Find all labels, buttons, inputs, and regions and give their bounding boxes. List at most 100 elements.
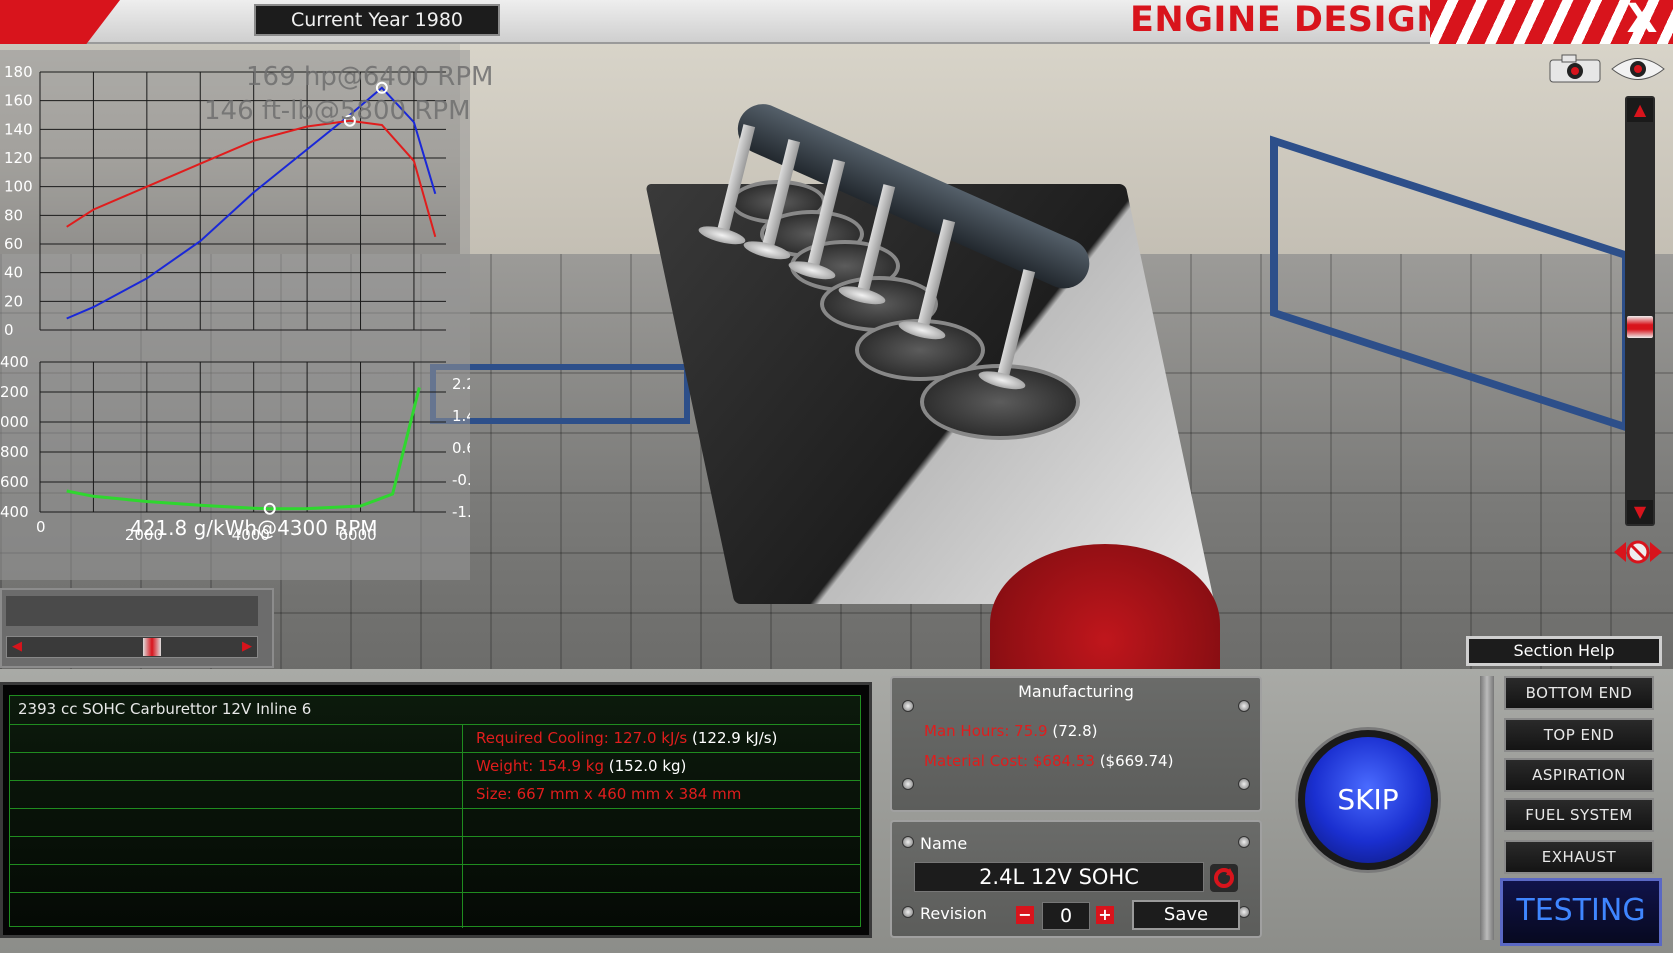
eye-icon[interactable]: [1610, 52, 1666, 86]
y-tick-label: 600: [0, 473, 29, 491]
material-cost-value: Material Cost: $684.53: [924, 752, 1095, 770]
rivet-icon: [902, 906, 914, 918]
y-tick-label: 800: [0, 443, 29, 461]
required-cooling-previous: (122.9 kJ/s): [692, 729, 778, 747]
grid-line: [10, 780, 860, 781]
weight-stat: Weight: 154.9 kg (152.0 kg): [476, 757, 686, 775]
slider-right-arrow-icon[interactable]: ▶: [239, 639, 255, 655]
info-grid: 2393 cc SOHC Carburettor 12V Inline 6 Re…: [9, 695, 861, 928]
rivet-icon: [902, 836, 914, 848]
y-tick-label: 0: [4, 321, 14, 339]
y-tick-label: 000: [0, 413, 29, 431]
y-tick-label: 160: [4, 92, 33, 110]
y2-tick-label: -1.0: [452, 503, 470, 521]
slider-left-arrow-icon[interactable]: ◀: [9, 639, 25, 655]
nav-rail: [1480, 676, 1494, 940]
zoom-up-arrow-icon[interactable]: ▲: [1627, 98, 1653, 122]
rpm-slider-panel: ◀ ▶: [0, 588, 274, 668]
material-cost-stat: Material Cost: $684.53 ($669.74): [924, 752, 1173, 770]
rpm-slider-knob[interactable]: [143, 638, 161, 656]
manufacturing-title: Manufacturing: [1018, 682, 1134, 701]
engine-description: 2393 cc SOHC Carburettor 12V Inline 6: [18, 700, 312, 718]
nav-top-end-button[interactable]: TOP END: [1504, 718, 1654, 752]
grid-line: [10, 892, 860, 893]
nav-testing-button[interactable]: TESTING: [1500, 878, 1662, 946]
y-tick-label: 200: [0, 383, 29, 401]
nav-exhaust-button[interactable]: EXHAUST: [1504, 840, 1654, 874]
grid-line: [10, 864, 860, 865]
engine-name-input[interactable]: 2.4L 12V SOHC: [914, 862, 1204, 892]
slider-readout: [6, 596, 258, 626]
revision-increment-button[interactable]: +: [1096, 906, 1114, 924]
rivet-icon: [1238, 778, 1250, 790]
rpm-slider-track[interactable]: ◀ ▶: [6, 636, 258, 658]
man-hours-stat: Man Hours: 75.9 (72.8): [924, 722, 1097, 740]
nav-aspiration-button[interactable]: ASPIRATION: [1504, 758, 1654, 792]
grid-line: [10, 752, 860, 753]
name-panel: Name 2.4L 12V SOHC Revision − 0 + Save: [890, 820, 1262, 938]
zoom-down-arrow-icon[interactable]: ▼: [1627, 500, 1653, 524]
y-tick-label: 20: [4, 292, 23, 310]
size-value: Size: 667 mm x 460 mm x 384 mm: [476, 785, 742, 803]
grid-line: [10, 724, 860, 725]
required-cooling-stat: Required Cooling: 127.0 kJ/s (122.9 kJ/s…: [476, 729, 777, 747]
skip-button[interactable]: SKIP: [1298, 730, 1438, 870]
zoom-slider-handle[interactable]: [1627, 316, 1653, 338]
y-tick-label: 400: [0, 503, 29, 521]
camera-icon[interactable]: [1548, 54, 1602, 84]
grid-line: [10, 808, 860, 809]
y-tick-label: 40: [4, 264, 23, 282]
grid-line: [462, 724, 463, 928]
y-tick-label: 60: [4, 235, 23, 253]
revision-value: 0: [1042, 902, 1090, 930]
rivet-icon: [902, 778, 914, 790]
red-stripe-left: [0, 0, 120, 44]
nav-bottom-end-button[interactable]: BOTTOM END: [1504, 676, 1654, 710]
y-tick-label: 400: [0, 353, 29, 371]
size-stat: Size: 667 mm x 460 mm x 384 mm: [476, 785, 741, 803]
x-tick-label: 0: [36, 518, 46, 536]
performance-graphs: 180 160 140 120 100 80 60 40 20 0 400 200 000 800 600 4…: [0, 50, 493, 580]
y2-tick-label: 1.4: [452, 407, 470, 425]
section-nav: BOTTOM END TOP END ASPIRATION FUEL SYSTE…: [1500, 672, 1662, 948]
required-cooling-value: Required Cooling: 127.0 kJ/s: [476, 729, 688, 747]
bsfc-curve: [66, 387, 421, 511]
current-year-display: Current Year 1980: [254, 4, 500, 36]
top-bar: Current Year 1980 ENGINE DESIGN X: [0, 0, 1673, 44]
graph-canvas: 1801601401201008060402004002000008006004…: [0, 63, 470, 544]
man-hours-previous: (72.8): [1052, 722, 1098, 740]
zoom-slider-track[interactable]: [1625, 96, 1655, 526]
save-button[interactable]: Save: [1132, 900, 1240, 930]
torque-peak-label: 146 ft-lb@5800 RPM: [204, 96, 471, 126]
bsfc-min-label: 421.8 g/kWh@4300 RPM: [130, 516, 378, 540]
y-tick-label: 140: [4, 120, 33, 138]
man-hours-value: Man Hours: 75.9: [924, 722, 1048, 740]
revision-label: Revision: [920, 904, 987, 923]
y-tick-label: 80: [4, 206, 23, 224]
y2-tick-label: 2.2: [452, 375, 470, 393]
name-label: Name: [920, 834, 968, 853]
rivet-icon: [1238, 836, 1250, 848]
rotate-view-icon[interactable]: [1610, 532, 1666, 572]
y2-tick-label: 0.6: [452, 439, 470, 457]
material-cost-previous: ($669.74): [1099, 752, 1174, 770]
y-tick-label: 100: [4, 178, 33, 196]
torque-curve: [66, 119, 437, 238]
weight-previous: (152.0 kg): [608, 757, 687, 775]
rivet-icon: [902, 700, 914, 712]
nav-fuel-system-button[interactable]: FUEL SYSTEM: [1504, 798, 1654, 832]
manufacturing-panel: Manufacturing Man Hours: 75.9 (72.8) Mat…: [890, 676, 1262, 812]
weight-value: Weight: 154.9 kg: [476, 757, 604, 775]
power-peak-label: 169 hp@6400 RPM: [246, 62, 494, 92]
page-title: ENGINE DESIGN: [1130, 0, 1447, 40]
revision-decrement-button[interactable]: −: [1016, 906, 1034, 924]
section-help-button[interactable]: Section Help: [1466, 636, 1662, 666]
y-tick-label: 180: [4, 63, 33, 81]
grid-line: [10, 836, 860, 837]
rivet-icon: [1238, 700, 1250, 712]
close-icon[interactable]: X: [1622, 0, 1662, 40]
refresh-name-icon[interactable]: [1210, 864, 1238, 892]
engine-info-panel: 2393 cc SOHC Carburettor 12V Inline 6 Re…: [0, 682, 872, 938]
y-tick-label: 120: [4, 149, 33, 167]
y2-tick-label: -0.2: [452, 471, 470, 489]
